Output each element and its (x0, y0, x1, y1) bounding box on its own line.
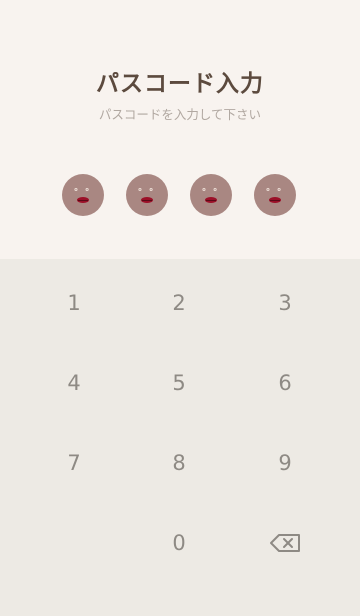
lips-icon (77, 197, 89, 203)
passcode-dot: o o (126, 174, 168, 216)
key-5[interactable]: 5 (139, 359, 219, 407)
key-2[interactable]: 2 (139, 279, 219, 327)
key-3[interactable]: 3 (245, 279, 325, 327)
key-1[interactable]: 1 (34, 279, 114, 327)
key-8[interactable]: 8 (139, 439, 219, 487)
numeric-keypad: 1 2 3 4 5 6 7 8 9 0 (0, 259, 360, 616)
key-9[interactable]: 9 (245, 439, 325, 487)
passcode-header-area: パスコード入力 パスコードを入力して下さい o o o o o o o o (0, 0, 360, 259)
key-4[interactable]: 4 (34, 359, 114, 407)
passcode-dot: o o (190, 174, 232, 216)
lips-icon (205, 197, 217, 203)
key-0[interactable]: 0 (139, 519, 219, 567)
backspace-button[interactable] (265, 519, 305, 567)
passcode-dot: o o (62, 174, 104, 216)
key-6[interactable]: 6 (245, 359, 325, 407)
face-eyes: o o (74, 187, 92, 193)
lips-icon (269, 197, 281, 203)
passcode-dot: o o (254, 174, 296, 216)
passcode-indicator: o o o o o o o o (0, 174, 360, 216)
key-7[interactable]: 7 (34, 439, 114, 487)
page-subtitle: パスコードを入力して下さい (98, 107, 262, 122)
lips-icon (141, 197, 153, 203)
backspace-icon (270, 534, 300, 552)
face-eyes: o o (266, 187, 284, 193)
page-title: パスコード入力 (96, 71, 264, 97)
face-eyes: o o (202, 187, 220, 193)
face-eyes: o o (138, 187, 156, 193)
